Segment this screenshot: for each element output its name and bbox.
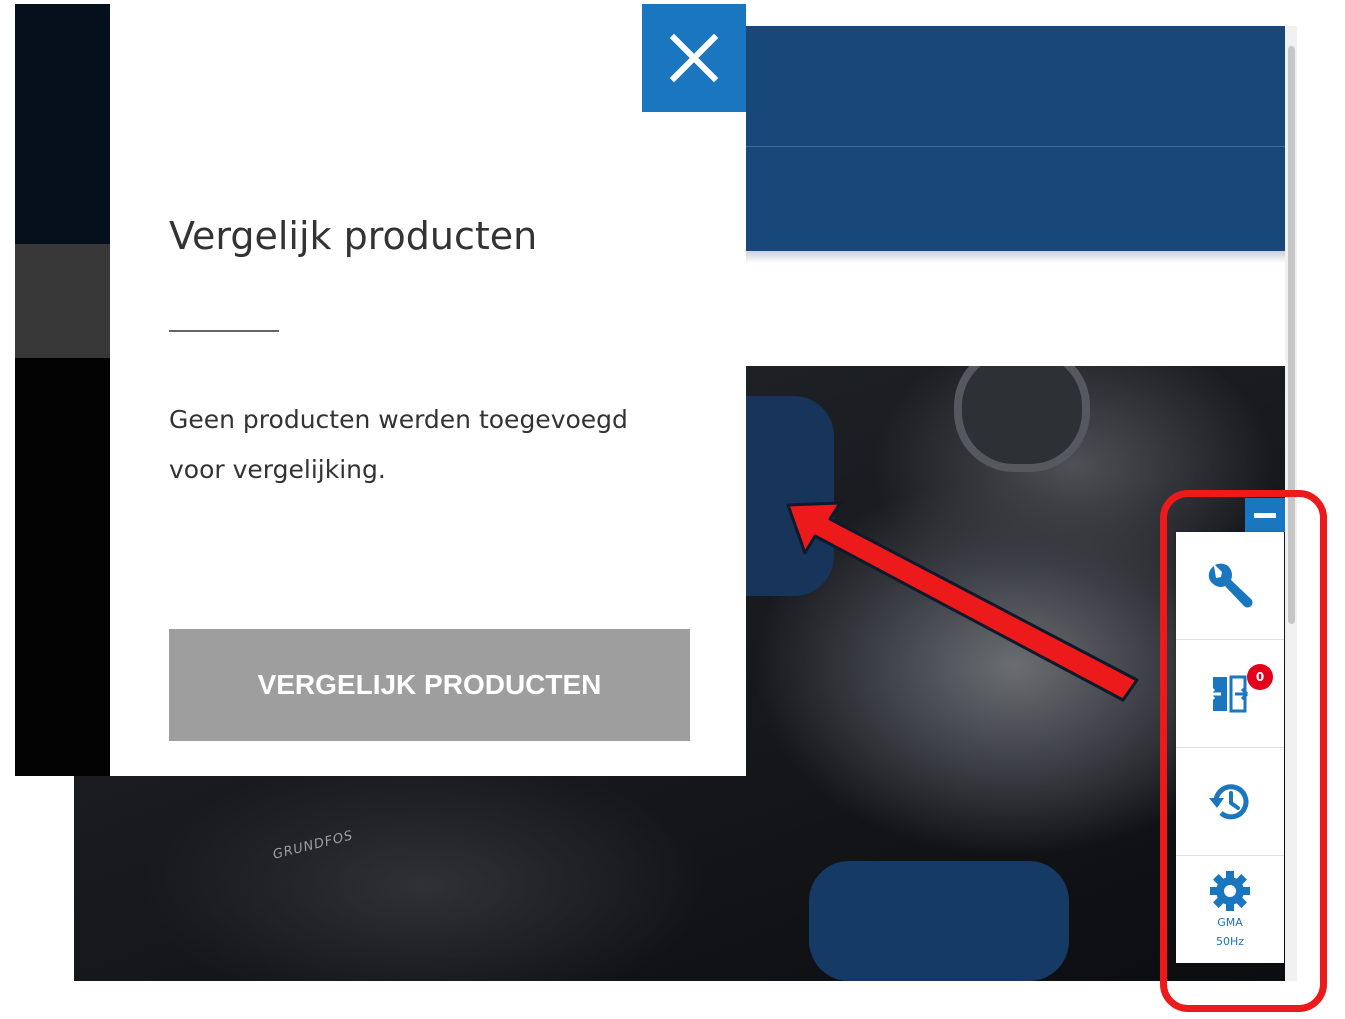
background-left-panel — [15, 4, 110, 776]
settings-region-label: GMA 50Hz — [1216, 913, 1244, 951]
compare-products-button[interactable]: VERGELIJK PRODUCTEN — [169, 629, 690, 741]
modal-title: Vergelijk producten — [169, 214, 538, 258]
settings-region-line: 50Hz — [1215, 935, 1245, 948]
empty-message: Geen producten werden toegevoegd voor ve… — [169, 395, 689, 495]
settings-region-line: GMA — [1217, 916, 1243, 929]
wrench-icon — [1208, 563, 1253, 607]
compare-count-badge: 0 — [1247, 664, 1273, 690]
compare-products-modal: Vergelijk producten Geen producten werde… — [110, 4, 746, 776]
history-icon — [1209, 783, 1249, 819]
minus-icon — [1254, 512, 1276, 518]
toolbar-collapse-button[interactable] — [1245, 498, 1285, 532]
close-icon — [669, 33, 719, 83]
floating-toolbar: 0 GMA 50Hz — [1176, 532, 1284, 963]
toolbar-compare-button[interactable]: 0 — [1176, 640, 1284, 748]
close-button[interactable] — [642, 4, 746, 112]
hero-pipe — [809, 861, 1069, 981]
empty-message-line: Geen producten werden toegevoegd — [169, 405, 628, 434]
background-band — [15, 244, 110, 358]
empty-message-line: voor vergelijking. — [169, 455, 386, 484]
toolbar-history-button[interactable] — [1176, 748, 1284, 856]
background-dark-area — [15, 358, 110, 776]
scrollbar-thumb[interactable] — [1288, 46, 1295, 624]
gear-icon — [1210, 871, 1250, 911]
toolbar-settings-button[interactable]: GMA 50Hz — [1176, 856, 1284, 964]
grundfos-logo: GRUNDFOS — [271, 828, 355, 863]
hero-pipe — [954, 366, 1090, 472]
toolbar-tools-button[interactable] — [1176, 532, 1284, 640]
title-divider — [169, 330, 279, 332]
